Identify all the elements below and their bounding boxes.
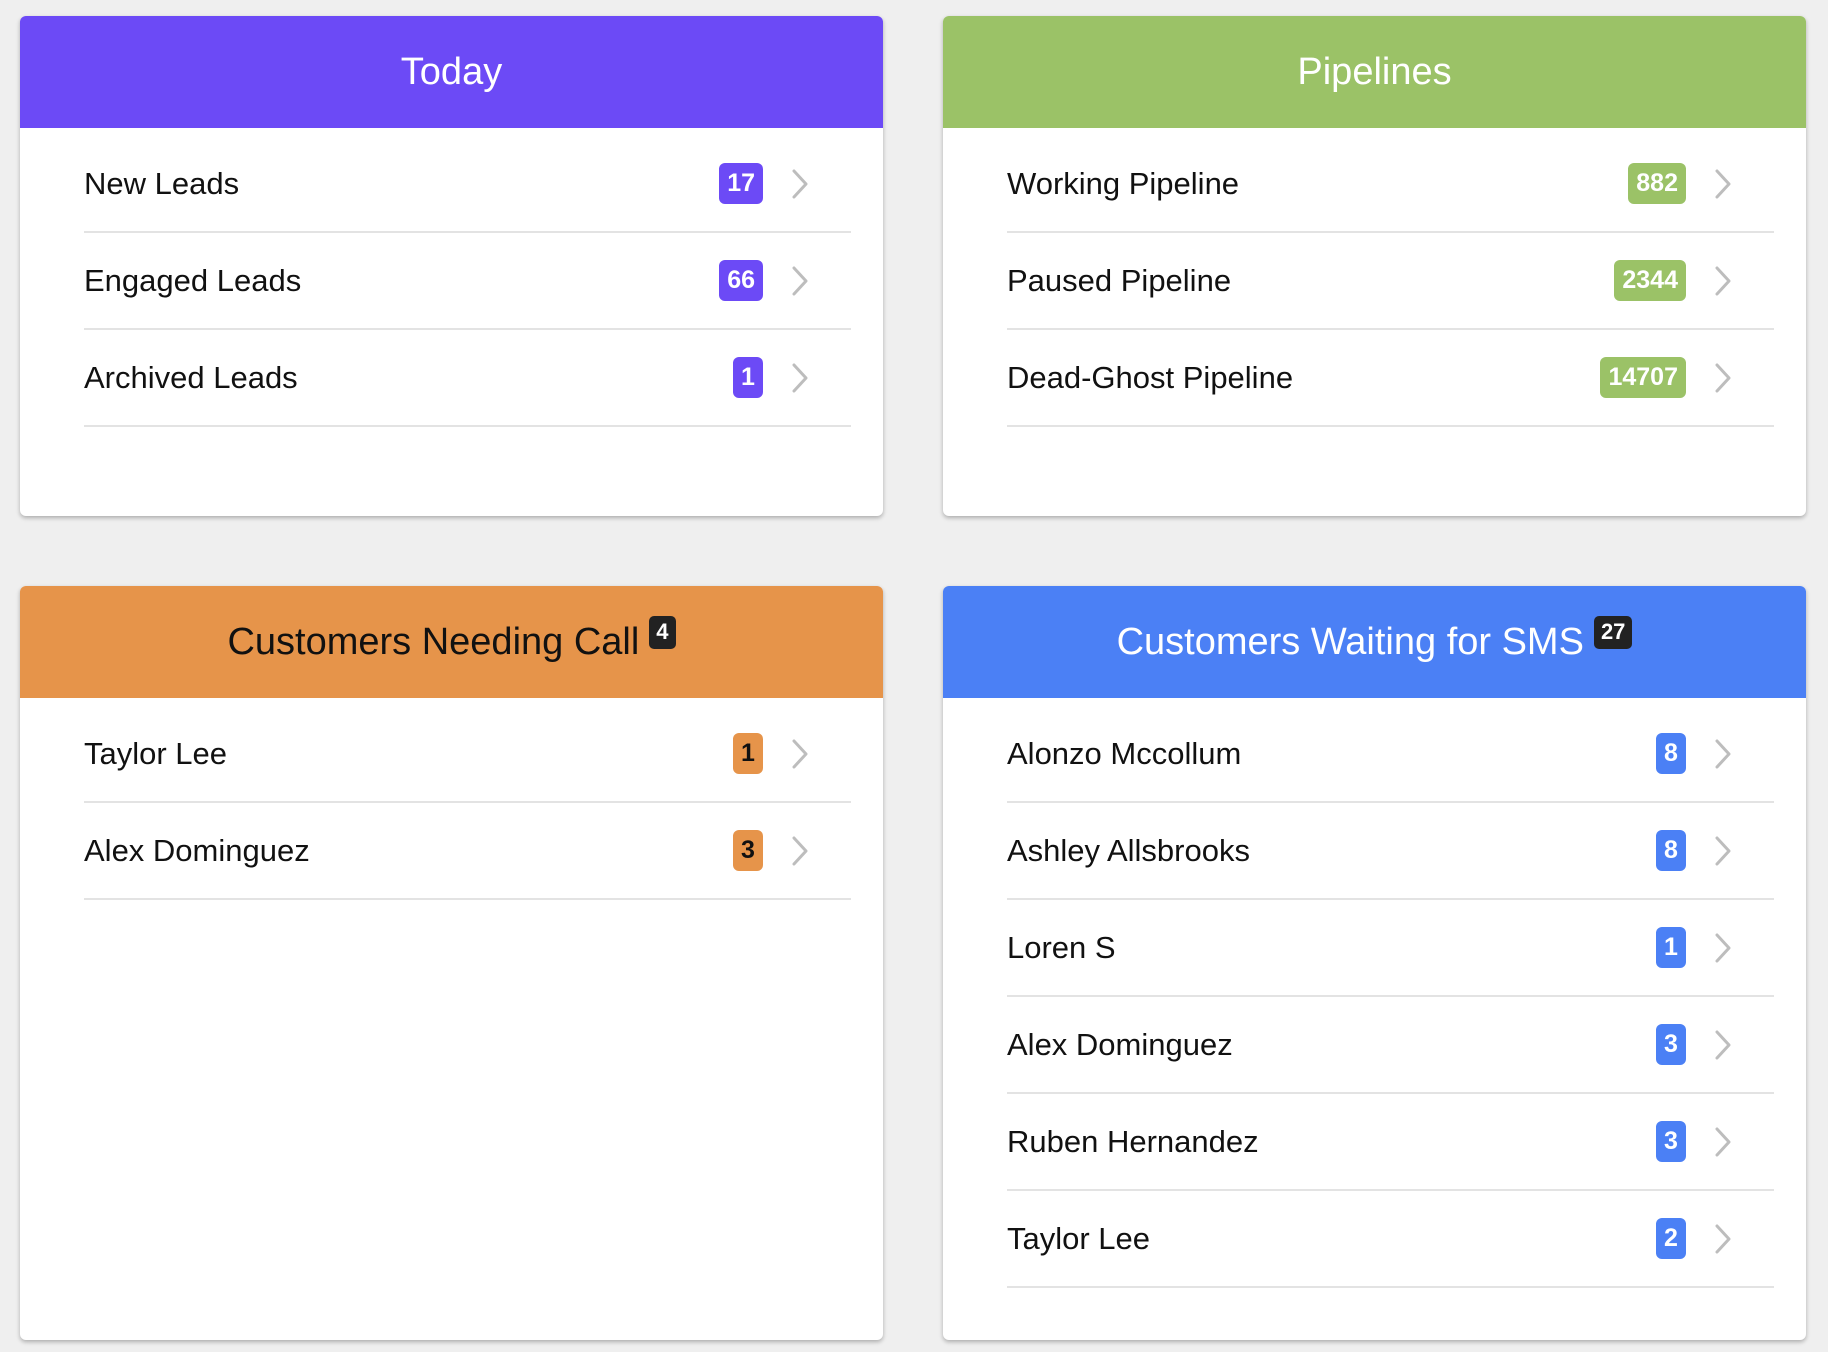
count-badge: 1 xyxy=(733,733,763,774)
list-item-label: Paused Pipeline xyxy=(1007,262,1232,298)
customers-waiting-sms-list: Alonzo Mccollum 8 Ashley Allsbrooks 8 Loren … xyxy=(943,706,1806,1288)
list-item-label: Alex Dominguez xyxy=(1007,1026,1233,1062)
customers-waiting-sms-card: Customers Waiting for SMS 27 Alonzo Mcco… xyxy=(943,586,1806,1340)
list-item-label: Ruben Hernandez xyxy=(1007,1123,1259,1159)
today-header: Today xyxy=(20,16,883,128)
list-item[interactable]: New Leads 17 xyxy=(84,136,851,233)
list-item[interactable]: Alex Dominguez 3 xyxy=(84,803,851,900)
list-item[interactable]: Alex Dominguez 3 xyxy=(1007,997,1774,1094)
count-badge: 3 xyxy=(733,830,763,871)
list-item[interactable]: Ashley Allsbrooks 8 xyxy=(1007,803,1774,900)
count-badge: 882 xyxy=(1628,163,1686,204)
list-item[interactable]: Alonzo Mccollum 8 xyxy=(1007,706,1774,803)
list-item-label: Alonzo Mccollum xyxy=(1007,735,1242,771)
customers-waiting-sms-title: Customers Waiting for SMS xyxy=(1116,620,1584,663)
count-badge: 1 xyxy=(733,357,763,398)
count-badge: 8 xyxy=(1656,830,1686,871)
chevron-right-icon[interactable] xyxy=(1710,360,1736,396)
chevron-right-icon[interactable] xyxy=(1710,1027,1736,1063)
list-item-label: Taylor Lee xyxy=(84,735,228,771)
chevron-right-icon[interactable] xyxy=(1710,166,1736,202)
count-badge: 8 xyxy=(1656,733,1686,774)
count-badge: 1 xyxy=(1656,927,1686,968)
pipelines-header: Pipelines xyxy=(943,16,1806,128)
today-list: New Leads 17 Engaged Leads 66 Archived Leads… xyxy=(20,136,883,427)
chevron-right-icon[interactable] xyxy=(1710,833,1736,869)
customers-needing-call-total-badge: 4 xyxy=(649,615,676,649)
customers-needing-call-list: Taylor Lee 1 Alex Dominguez 3 xyxy=(20,706,883,900)
customers-needing-call-card: Customers Needing Call 4 Taylor Lee 1 Alex… xyxy=(20,586,883,1340)
count-badge: 2344 xyxy=(1614,260,1686,301)
pipelines-list: Working Pipeline 882 Paused Pipeline 2344 De… xyxy=(943,136,1806,427)
chevron-right-icon[interactable] xyxy=(787,166,813,202)
count-badge: 2 xyxy=(1656,1218,1686,1259)
list-item[interactable]: Ruben Hernandez 3 xyxy=(1007,1094,1774,1191)
chevron-right-icon[interactable] xyxy=(787,263,813,299)
list-item[interactable]: Loren S 1 xyxy=(1007,900,1774,997)
count-badge: 14707 xyxy=(1600,357,1686,398)
today-title: Today xyxy=(400,50,503,93)
chevron-right-icon[interactable] xyxy=(787,736,813,772)
list-item[interactable]: Dead-Ghost Pipeline 14707 xyxy=(1007,330,1774,427)
today-card: Today New Leads 17 Engaged Leads 66 Archived… xyxy=(20,16,883,516)
list-item[interactable]: Working Pipeline 882 xyxy=(1007,136,1774,233)
list-item[interactable]: Taylor Lee 1 xyxy=(84,706,851,803)
count-badge: 66 xyxy=(719,260,763,301)
chevron-right-icon[interactable] xyxy=(1710,1221,1736,1257)
list-item[interactable]: Taylor Lee 2 xyxy=(1007,1191,1774,1288)
pipelines-card: Pipelines Working Pipeline 882 Paused Pipe… xyxy=(943,16,1806,516)
chevron-right-icon[interactable] xyxy=(1710,263,1736,299)
list-item-label: Archived Leads xyxy=(84,359,298,395)
list-item-label: Engaged Leads xyxy=(84,262,302,298)
list-item-label: Ashley Allsbrooks xyxy=(1007,832,1250,868)
count-badge: 3 xyxy=(1656,1024,1686,1065)
list-item-label: Dead-Ghost Pipeline xyxy=(1007,359,1294,395)
list-item[interactable]: Archived Leads 1 xyxy=(84,330,851,427)
chevron-right-icon[interactable] xyxy=(787,360,813,396)
customers-waiting-sms-header: Customers Waiting for SMS 27 xyxy=(943,586,1806,698)
list-item-label: Loren S xyxy=(1007,929,1116,965)
list-item[interactable]: Engaged Leads 66 xyxy=(84,233,851,330)
customers-needing-call-title: Customers Needing Call xyxy=(227,620,640,663)
chevron-right-icon[interactable] xyxy=(787,833,813,869)
customers-needing-call-header: Customers Needing Call 4 xyxy=(20,586,883,698)
list-item-label: Working Pipeline xyxy=(1007,165,1240,201)
chevron-right-icon[interactable] xyxy=(1710,736,1736,772)
list-item-label: New Leads xyxy=(84,165,240,201)
list-item[interactable]: Paused Pipeline 2344 xyxy=(1007,233,1774,330)
customers-waiting-sms-total-badge: 27 xyxy=(1593,615,1633,649)
chevron-right-icon[interactable] xyxy=(1710,930,1736,966)
chevron-right-icon[interactable] xyxy=(1710,1124,1736,1160)
list-item-label: Alex Dominguez xyxy=(84,832,310,868)
count-badge: 3 xyxy=(1656,1121,1686,1162)
list-item-label: Taylor Lee xyxy=(1007,1220,1151,1256)
pipelines-title: Pipelines xyxy=(1297,50,1452,93)
count-badge: 17 xyxy=(719,163,763,204)
